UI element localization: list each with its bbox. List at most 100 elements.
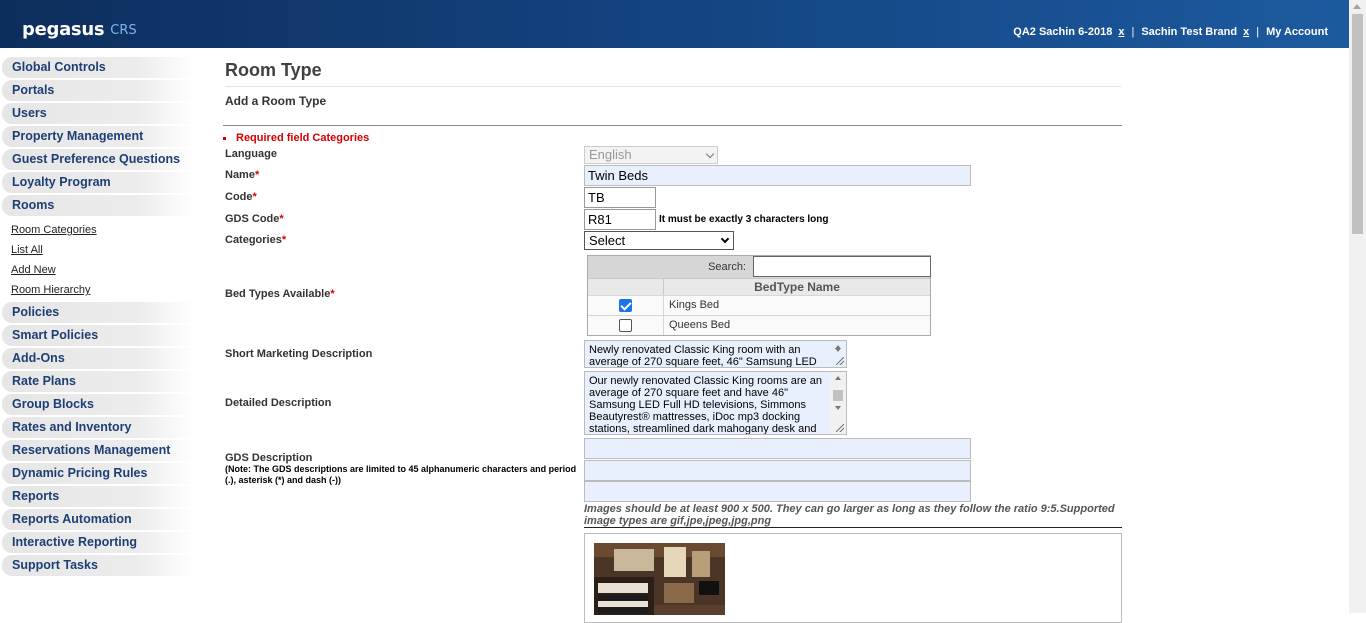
bed-search-bar: Search: — [588, 256, 931, 278]
detailed-desc-label: Detailed Description — [225, 397, 332, 409]
sidebar-nav: Global Controls Portals Users Property M… — [0, 57, 195, 578]
error-bullet-icon — [223, 136, 226, 140]
sidebar-item-global-controls[interactable]: Global Controls — [2, 57, 195, 78]
gds-code-input[interactable]: R81 — [584, 209, 656, 230]
categories-label: Categories* — [225, 234, 286, 246]
header-context-links: QA2 Sachin 6-2018 x | Sachin Test Brand x | My… — [1013, 26, 1328, 38]
gds-desc-label: GDS Description — [225, 452, 313, 464]
bed-types-table: Search: BedType Name Kings Bed Queens Be… — [587, 255, 931, 336]
language-select[interactable]: English — [584, 146, 718, 164]
bedtype-name-header[interactable]: BedType Name — [664, 279, 930, 295]
code-label-text: Code — [225, 191, 253, 203]
sidebar-item-dynamic-pricing-rules[interactable]: Dynamic Pricing Rules — [2, 463, 195, 484]
sidebar-item-reports-automation[interactable]: Reports Automation — [2, 509, 195, 530]
property-close-link[interactable]: x — [1118, 26, 1124, 38]
logo-brand-text: pegasus — [22, 19, 105, 40]
categories-label-text: Categories — [225, 234, 282, 246]
sidebar-item-rooms[interactable]: Rooms — [2, 195, 195, 216]
section-divider — [223, 125, 1122, 126]
detailed-desc-textarea[interactable]: Our newly renovated Classic King rooms a… — [584, 371, 847, 435]
short-desc-label: Short Marketing Description — [225, 348, 373, 360]
submenu-room-hierarchy[interactable]: Room Hierarchy — [0, 280, 195, 300]
categories-select[interactable]: Select — [584, 231, 734, 250]
sidebar-item-loyalty-program[interactable]: Loyalty Program — [2, 172, 195, 193]
short-desc-text: Newly renovated Classic King room with a… — [589, 344, 817, 368]
table-row: Kings Bed — [588, 295, 930, 315]
sidebar-item-guest-preference-questions[interactable]: Guest Preference Questions — [2, 149, 195, 170]
sidebar-item-portals[interactable]: Portals — [2, 80, 195, 101]
gds-desc-input-3[interactable] — [584, 481, 971, 502]
bed-search-label: Search: — [708, 261, 746, 273]
brand-close-link[interactable]: x — [1243, 26, 1249, 38]
code-input[interactable]: TB — [584, 187, 656, 208]
sidebar-item-policies[interactable]: Policies — [2, 302, 195, 323]
sidebar-item-smart-policies[interactable]: Smart Policies — [2, 325, 195, 346]
scroll-down-icon[interactable] — [835, 406, 841, 410]
required-mark: * — [252, 191, 257, 203]
page-subtitle: Add a Room Type — [225, 94, 327, 108]
name-label-text: Name — [225, 169, 255, 181]
error-text: Required field Categories — [236, 132, 370, 144]
sidebar-item-interactive-reporting[interactable]: Interactive Reporting — [2, 532, 195, 553]
gds-desc-input-2[interactable] — [584, 460, 971, 481]
image-divider — [584, 527, 1122, 528]
brand-selector[interactable]: Sachin Test Brand — [1141, 26, 1237, 38]
resize-grip-icon[interactable] — [836, 424, 844, 432]
sidebar-item-group-blocks[interactable]: Group Blocks — [2, 394, 195, 415]
my-account-link[interactable]: My Account — [1266, 26, 1328, 38]
sidebar-item-reservations-management[interactable]: Reservations Management — [2, 440, 195, 461]
bed-types-label: Bed Types Available* — [225, 288, 335, 300]
room-photo-thumbnail[interactable] — [594, 543, 725, 615]
logo-swoosh-icon — [10, 12, 26, 20]
title-divider — [225, 86, 1121, 87]
logo-crs-text: CRS — [110, 23, 137, 38]
required-mark: * — [279, 213, 284, 225]
separator: | — [1131, 26, 1135, 38]
sidebar-item-users[interactable]: Users — [2, 103, 195, 124]
pegasus-logo[interactable]: pegasus CRS — [10, 10, 137, 40]
main-content: Room Type Add a Room Type Required field… — [223, 60, 1123, 623]
sidebar-item-rates-and-inventory[interactable]: Rates and Inventory — [2, 417, 195, 438]
header-checkbox-col — [588, 279, 664, 295]
bedtype-name: Kings Bed — [669, 299, 720, 311]
sidebar-item-rate-plans[interactable]: Rate Plans — [2, 371, 195, 392]
submenu-room-categories[interactable]: Room Categories — [0, 220, 195, 240]
scroll-up-icon[interactable] — [1353, 4, 1361, 9]
categories-value: Select — [589, 233, 626, 248]
image-requirements-note: Images should be at least 900 x 500. The… — [584, 503, 1115, 527]
queens-bed-checkbox[interactable] — [619, 319, 632, 332]
sidebar-item-property-management[interactable]: Property Management — [2, 126, 195, 147]
sidebar-item-reports[interactable]: Reports — [2, 486, 195, 507]
detailed-desc-text: Our newly renovated Classic King rooms a… — [589, 375, 822, 435]
name-label: Name* — [225, 169, 259, 181]
gds-code-label-text: GDS Code — [225, 213, 280, 225]
page-scrollbar[interactable] — [1349, 0, 1366, 613]
checkbox-cell — [588, 316, 664, 335]
kings-bed-checkbox[interactable] — [619, 299, 632, 312]
separator: | — [1256, 26, 1260, 38]
resize-grip-icon[interactable] — [836, 357, 844, 365]
chevron-down-icon — [705, 149, 715, 159]
submenu-add-new[interactable]: Add New — [0, 260, 195, 280]
scroll-thumb[interactable] — [1352, 14, 1363, 234]
language-label: Language — [225, 148, 277, 160]
scroll-down-icon[interactable] — [835, 348, 841, 352]
scroll-thumb[interactable] — [833, 390, 843, 401]
bedtype-name: Queens Bed — [669, 319, 731, 331]
sidebar-item-add-ons[interactable]: Add-Ons — [2, 348, 195, 369]
rooms-submenu: Room Categories List All Add New Room Hi… — [0, 218, 195, 302]
page-title: Room Type — [225, 60, 322, 80]
name-input[interactable]: Twin Beds — [584, 165, 971, 186]
scroll-up-icon[interactable] — [835, 376, 841, 380]
submenu-list-all[interactable]: List All — [0, 240, 195, 260]
code-label: Code* — [225, 191, 257, 203]
bed-table-header: BedType Name — [588, 278, 930, 295]
table-row: Queens Bed — [588, 315, 930, 335]
gds-desc-input-1[interactable] — [584, 438, 971, 459]
property-selector[interactable]: QA2 Sachin 6-2018 — [1013, 26, 1112, 38]
room-photo-image — [594, 543, 725, 615]
bed-search-input[interactable] — [753, 256, 931, 277]
short-desc-textarea[interactable]: Newly renovated Classic King room with a… — [584, 340, 847, 368]
sidebar-item-support-tasks[interactable]: Support Tasks — [2, 555, 195, 576]
gds-desc-note: (Note: The GDS descriptions are limited … — [225, 464, 577, 485]
